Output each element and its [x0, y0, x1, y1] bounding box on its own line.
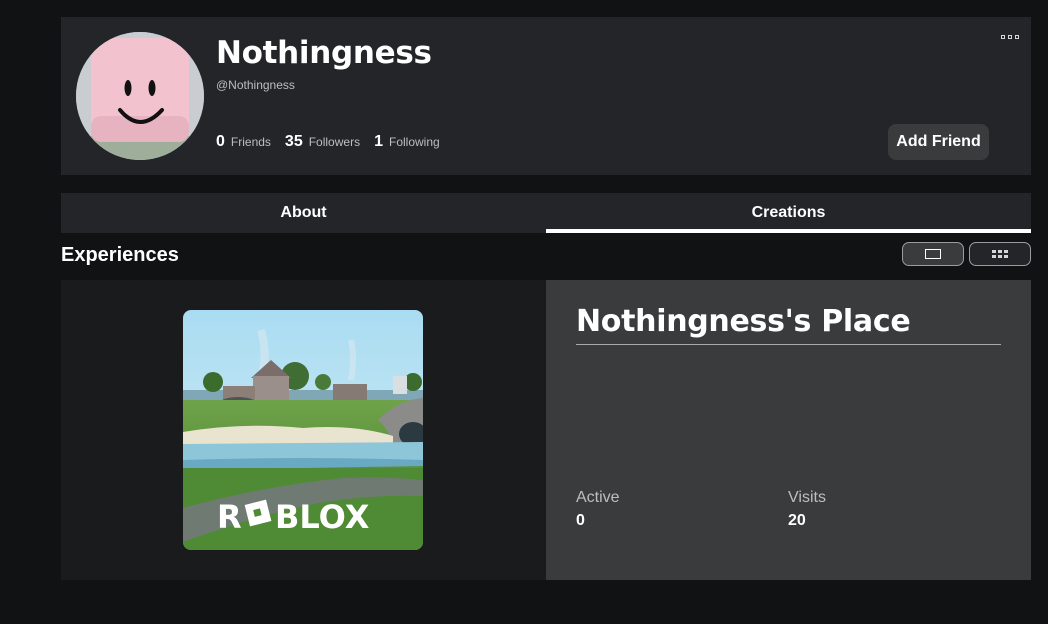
visits-value: 20 — [788, 512, 806, 529]
friends-stat[interactable]: 0 Friends — [216, 133, 271, 151]
experience-thumbnail[interactable]: R BLOX — [183, 310, 423, 550]
ellipsis-icon[interactable] — [1001, 32, 1019, 42]
following-stat[interactable]: 1 Following — [374, 133, 440, 151]
experiences-heading: Experiences — [61, 244, 179, 266]
experience-details-panel: Nothingness's Place Active 0 Visits 20 — [546, 280, 1031, 580]
visits-stat: Visits 20 — [788, 489, 826, 530]
avatar-head-image — [76, 32, 204, 160]
friends-label: Friends — [230, 135, 271, 149]
thumbnail-image: R BLOX — [183, 310, 423, 550]
svg-text:R: R — [217, 498, 242, 536]
visits-label: Visits — [788, 489, 826, 506]
active-value: 0 — [576, 512, 585, 529]
grid-view-button[interactable] — [969, 242, 1031, 266]
profile-header: Nothingness @Nothingness 0 Friends 35 Fo… — [61, 17, 1031, 175]
title-divider — [576, 344, 1001, 345]
tab-creations[interactable]: Creations — [546, 193, 1031, 233]
svg-text:BLOX: BLOX — [275, 498, 370, 536]
avatar[interactable] — [76, 32, 204, 160]
profile-stats: 0 Friends 35 Followers 1 Following — [216, 133, 454, 151]
active-stat: Active 0 — [576, 489, 620, 530]
followers-stat[interactable]: 35 Followers — [285, 133, 360, 151]
tab-about[interactable]: About — [61, 193, 546, 233]
experience-name[interactable]: Nothingness's Place — [576, 304, 911, 339]
username: @Nothingness — [216, 78, 295, 92]
following-count: 1 — [374, 133, 383, 150]
add-friend-button[interactable]: Add Friend — [888, 124, 989, 160]
profile-tabs: About Creations — [61, 193, 1031, 233]
followers-count: 35 — [284, 133, 303, 150]
display-name: Nothingness — [216, 35, 432, 71]
single-view-icon — [925, 249, 941, 259]
friends-count: 0 — [216, 133, 225, 150]
followers-label: Followers — [308, 135, 361, 149]
grid-view-icon — [992, 250, 1008, 258]
experience-thumbnail-panel: R BLOX — [61, 280, 546, 580]
active-label: Active — [576, 489, 620, 506]
following-label: Following — [388, 135, 440, 149]
single-view-button[interactable] — [902, 242, 964, 266]
